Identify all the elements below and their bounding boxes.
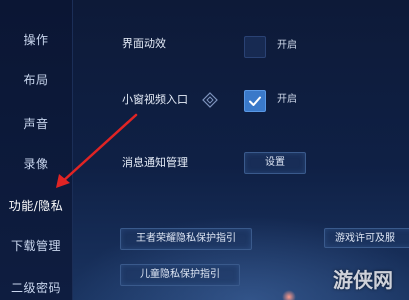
- game-license-button[interactable]: 游戏许可及服: [324, 228, 409, 248]
- diamond-info-icon[interactable]: [202, 92, 218, 108]
- mini-window-video-label: 小窗视频入口: [122, 93, 188, 106]
- notification-settings-button[interactable]: 设置: [244, 152, 306, 174]
- sidebar-item-function-privacy[interactable]: 功能/隐私: [0, 194, 72, 218]
- sidebar-item-operation[interactable]: 操作: [0, 28, 72, 52]
- glow-orb-decoration: [282, 290, 296, 300]
- checkmark-icon: [249, 96, 261, 106]
- child-privacy-guide-button[interactable]: 儿童隐私保护指引: [120, 264, 240, 286]
- sidebar-item-layout[interactable]: 布局: [0, 68, 72, 92]
- ui-animation-checkbox[interactable]: [244, 36, 266, 58]
- settings-panel: 界面动效 开启 小窗视频入口 开启 消息通知管理 设置 王者荣耀隐私保护指引 游…: [72, 0, 409, 300]
- sidebar-item-secondary-password[interactable]: 二级密码: [0, 276, 72, 300]
- privacy-guide-button[interactable]: 王者荣耀隐私保护指引: [120, 228, 252, 250]
- sidebar: 操作 布局 声音 录像 功能/隐私 下载管理 二级密码: [0, 0, 73, 300]
- watermark-text: 游侠网: [333, 267, 393, 292]
- ui-animation-label: 界面动效: [122, 37, 166, 50]
- mini-window-video-checkbox[interactable]: [244, 90, 266, 112]
- mini-window-video-toggle-text: 开启: [277, 94, 297, 105]
- sidebar-item-sound[interactable]: 声音: [0, 112, 72, 136]
- watermark-logo: 游侠网: [317, 256, 409, 300]
- ui-animation-toggle-text: 开启: [277, 40, 297, 51]
- sidebar-item-download-manager[interactable]: 下载管理: [0, 234, 72, 258]
- sidebar-item-recording[interactable]: 录像: [0, 152, 72, 176]
- notification-label: 消息通知管理: [122, 156, 188, 169]
- settings-screen: 操作 布局 声音 录像 功能/隐私 下载管理 二级密码 界面动效 开启 小窗视频…: [0, 0, 409, 300]
